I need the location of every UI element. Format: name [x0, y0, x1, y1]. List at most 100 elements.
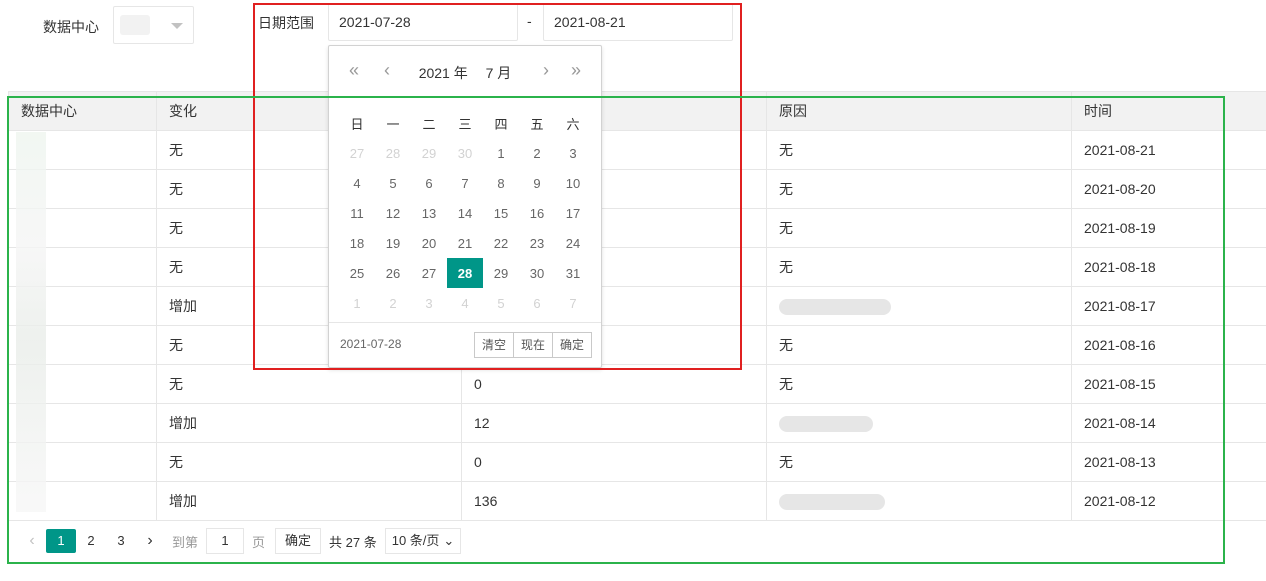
calendar-day[interactable]: 11	[339, 198, 375, 228]
calendar-day[interactable]: 27	[411, 258, 447, 288]
calendar-day[interactable]: 5	[375, 168, 411, 198]
chevron-down-icon: ⌄	[443, 533, 455, 548]
weekday-label: 二	[422, 116, 436, 132]
year-selector[interactable]: 2021 年	[419, 65, 468, 81]
calendar-day[interactable]: 10	[555, 168, 591, 198]
calendar-day[interactable]: 16	[519, 198, 555, 228]
calendar-day[interactable]: 3	[555, 138, 591, 168]
calendar-day[interactable]: 25	[339, 258, 375, 288]
table-row[interactable]: 增加 12 2021-08-14	[8, 403, 1266, 443]
calendar-day[interactable]: 2	[375, 288, 411, 318]
goto-confirm-button[interactable]: 确定	[275, 528, 322, 554]
cell-time: 2021-08-13	[1071, 442, 1266, 482]
datacenter-select[interactable]	[113, 6, 194, 44]
calendar-day[interactable]: 27	[339, 138, 375, 168]
table-row[interactable]: 无 0 无 2021-08-15	[8, 364, 1266, 404]
month-selector[interactable]: 7 月	[486, 65, 512, 81]
calendar-day[interactable]: 29	[411, 138, 447, 168]
goto-page-input[interactable]: 1	[206, 528, 245, 554]
calendar-day[interactable]: 14	[447, 198, 483, 228]
end-date-input[interactable]: 2021-08-21	[543, 3, 733, 41]
header-datacenter[interactable]: 数据中心	[8, 91, 157, 131]
pagination: ‹ 1 2 3 › 到第 1 页 确定 共 27 条 10 条/页 ⌄	[8, 521, 462, 561]
page-size-value: 10 条/页	[391, 533, 440, 548]
calendar-day[interactable]: 3	[411, 288, 447, 318]
header-reason[interactable]: 原因	[766, 91, 1072, 131]
page-3[interactable]: 3	[106, 529, 136, 553]
header-time[interactable]: 时间	[1071, 91, 1266, 131]
calendar-day[interactable]: 24	[555, 228, 591, 258]
calendar-day[interactable]: 6	[519, 288, 555, 318]
calendar-day[interactable]: 31	[555, 258, 591, 288]
cell-time: 2021-08-12	[1071, 481, 1266, 521]
table-row[interactable]: 无 无 2021-08-16	[8, 325, 1266, 365]
calendar-day-selected[interactable]: 28	[447, 258, 483, 288]
table-row[interactable]: 增加 136 2021-08-12	[8, 481, 1266, 521]
calendar-day[interactable]: 6	[411, 168, 447, 198]
calendar-day[interactable]: 1	[339, 288, 375, 318]
calendar-table: 日 一 二 三 四 五 六 27 28 29 30 1 2 3 4 5 6 7 …	[339, 108, 591, 318]
calendar-day[interactable]: 1	[483, 138, 519, 168]
calendar-day[interactable]: 4	[447, 288, 483, 318]
weekday-label: 四	[494, 116, 508, 132]
now-button[interactable]: 现在	[512, 332, 553, 358]
page-size-select[interactable]: 10 条/页 ⌄	[384, 528, 462, 554]
cell-time: 2021-08-20	[1071, 169, 1266, 209]
calendar-day[interactable]: 15	[483, 198, 519, 228]
calendar-day[interactable]: 9	[519, 168, 555, 198]
calendar-day[interactable]: 5	[483, 288, 519, 318]
cell-time: 2021-08-19	[1071, 208, 1266, 248]
redacted-datacenter-column	[16, 132, 46, 512]
clear-button[interactable]: 清空	[473, 332, 514, 358]
prev-page-icon[interactable]: ‹	[18, 532, 46, 550]
calendar-day[interactable]: 2	[519, 138, 555, 168]
calendar-day[interactable]: 4	[339, 168, 375, 198]
table-row[interactable]: 无 无 2021-08-21	[8, 130, 1266, 170]
page-unit-label: 页	[252, 534, 266, 550]
calendar-day[interactable]: 30	[447, 138, 483, 168]
calendar-day[interactable]: 12	[375, 198, 411, 228]
calendar-day[interactable]: 22	[483, 228, 519, 258]
calendar-day[interactable]: 8	[483, 168, 519, 198]
cell-reason: 无	[766, 169, 1072, 209]
calendar-day[interactable]: 28	[375, 138, 411, 168]
goto-label: 到第	[172, 534, 199, 550]
calendar-day[interactable]: 19	[375, 228, 411, 258]
calendar-week: 11 12 13 14 15 16 17	[339, 198, 591, 228]
start-date-input[interactable]: 2021-07-28	[328, 3, 518, 41]
calendar-day[interactable]: 30	[519, 258, 555, 288]
page-2[interactable]: 2	[76, 529, 106, 553]
next-month-icon[interactable]: ›	[543, 60, 549, 81]
table-row[interactable]: 无 0 无 2021-08-13	[8, 442, 1266, 482]
weekday-row: 日 一 二 三 四 五 六	[339, 108, 591, 138]
cell-reason: 无	[766, 130, 1072, 170]
calendar-day[interactable]: 13	[411, 198, 447, 228]
cell-time: 2021-08-15	[1071, 364, 1266, 404]
calendar-day[interactable]: 26	[375, 258, 411, 288]
page-1[interactable]: 1	[46, 529, 76, 553]
confirm-button[interactable]: 确定	[551, 332, 592, 358]
calendar-day[interactable]: 18	[339, 228, 375, 258]
table-row[interactable]: 无 无 2021-08-20	[8, 169, 1266, 209]
calendar-day[interactable]: 21	[447, 228, 483, 258]
table-row[interactable]: 无 无 2021-08-18	[8, 247, 1266, 287]
calendar-day[interactable]: 23	[519, 228, 555, 258]
table-row[interactable]: 增加 2021-08-17	[8, 286, 1266, 326]
calendar-day[interactable]: 17	[555, 198, 591, 228]
calendar-day[interactable]: 20	[411, 228, 447, 258]
next-page-icon[interactable]: ›	[136, 532, 164, 550]
calendar-day[interactable]: 7	[555, 288, 591, 318]
cell-time: 2021-08-21	[1071, 130, 1266, 170]
calendar-week: 18 19 20 21 22 23 24	[339, 228, 591, 258]
table-header-row: 数据中心 变化 原因 时间	[8, 91, 1266, 131]
calendar-day[interactable]: 7	[447, 168, 483, 198]
table-row[interactable]: 无 无 2021-08-19	[8, 208, 1266, 248]
cell-count: 0	[461, 442, 767, 482]
date-picker-title: 2021 年 7 月	[329, 63, 601, 83]
date-picker-header: « ‹ 2021 年 7 月 › »	[329, 46, 601, 98]
next-year-icon[interactable]: »	[571, 60, 581, 81]
calendar-day[interactable]: 29	[483, 258, 519, 288]
cell-reason: 无	[766, 325, 1072, 365]
total-count: 共 27 条	[329, 534, 377, 550]
date-picker-actions: 清空 现在 确定	[473, 332, 592, 358]
